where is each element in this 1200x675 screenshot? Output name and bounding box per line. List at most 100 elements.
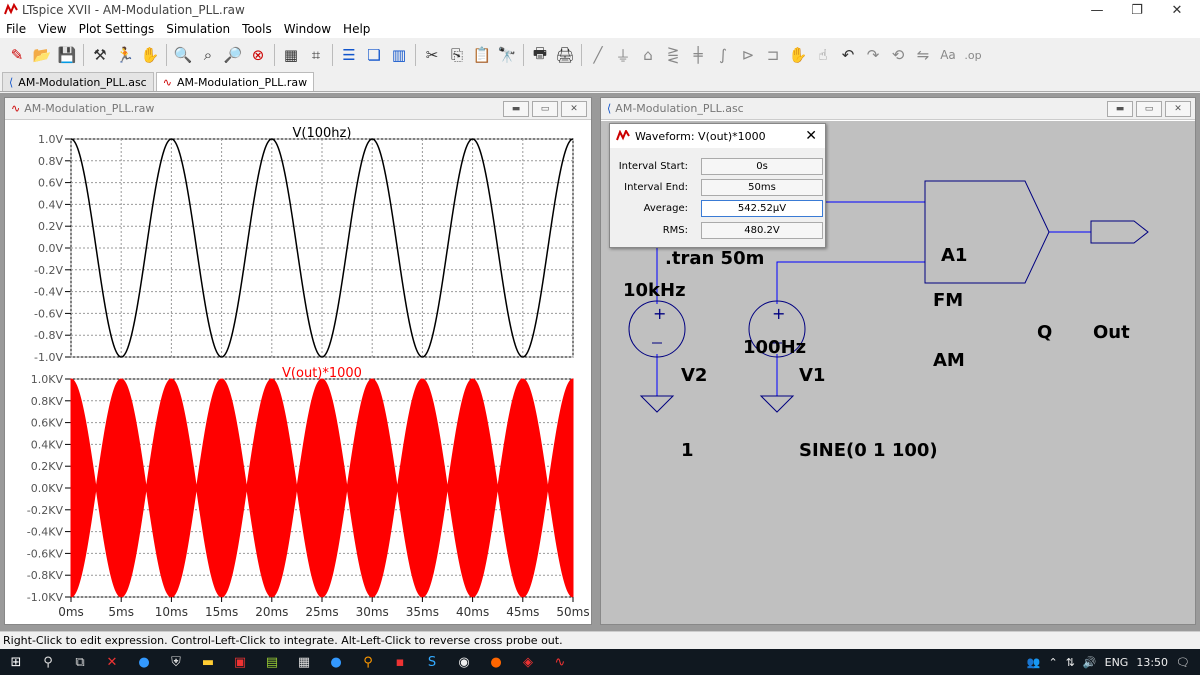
maximize-button[interactable]: ▭ — [1136, 101, 1162, 117]
notification-icon[interactable]: 🗨 — [1176, 656, 1190, 669]
new-schematic-icon[interactable]: ✎ — [6, 43, 28, 67]
v1-value-label[interactable]: 100Hz — [743, 337, 806, 358]
zoom-in-icon[interactable]: 🔍 — [172, 43, 194, 67]
paste-icon[interactable]: 📋 — [471, 43, 493, 67]
browser-icon[interactable]: ● — [128, 649, 160, 675]
dialog-close-button[interactable]: ✕ — [805, 128, 817, 144]
move-icon[interactable]: ✋ — [787, 43, 809, 67]
cancel-zoom-icon[interactable]: ⊗ — [247, 43, 269, 67]
undo-icon[interactable]: ↶ — [837, 43, 859, 67]
app-icon[interactable]: ● — [320, 649, 352, 675]
print-icon[interactable]: 🖶 — [529, 43, 551, 67]
control-panel-icon[interactable]: ⚒ — [89, 43, 111, 67]
calculator-icon[interactable]: ▦ — [288, 649, 320, 675]
search-app-icon[interactable]: ⚲ — [352, 649, 384, 675]
people-icon[interactable]: 👥 — [1027, 656, 1041, 669]
maximize-button[interactable]: ▭ — [532, 101, 558, 117]
copy-icon[interactable]: ⎘ — [446, 43, 468, 67]
minimize-button[interactable]: ▬ — [1107, 101, 1133, 117]
v2-name-label[interactable]: V2 — [681, 365, 707, 386]
interval-end-value[interactable]: 50ms — [701, 178, 823, 196]
drag-icon[interactable]: ☝ — [812, 43, 834, 67]
print-setup-icon[interactable]: 🖨 — [554, 43, 576, 67]
trace-label[interactable]: V(out)*1000 — [282, 366, 362, 381]
close-button[interactable]: ✕ — [1154, 0, 1200, 20]
marker-icon[interactable]: ⌗ — [305, 43, 327, 67]
y-tick-label: 0.8KV — [31, 395, 64, 408]
spice-directive[interactable]: .tran 50m — [665, 248, 764, 269]
app-icon[interactable]: ▣ — [224, 649, 256, 675]
redo-icon[interactable]: ↷ — [862, 43, 884, 67]
rms-value[interactable]: 480.2V — [701, 221, 823, 239]
skype-icon[interactable]: S — [416, 649, 448, 675]
capacitor-icon[interactable]: ╪ — [687, 43, 709, 67]
minimize-button[interactable]: ▬ — [503, 101, 529, 117]
component-icon[interactable]: ⊐ — [762, 43, 784, 67]
folder-icon[interactable]: ▬ — [192, 649, 224, 675]
mirror-icon[interactable]: ⇋ — [912, 43, 934, 67]
close-button[interactable]: ✕ — [561, 101, 587, 117]
interval-start-value[interactable]: 0s — [701, 157, 823, 175]
network-icon[interactable]: ⇅ — [1066, 656, 1075, 669]
x-tick-label: 10ms — [155, 605, 188, 619]
ground-icon[interactable]: ⏚ — [612, 43, 634, 67]
menu-file[interactable]: File — [0, 22, 32, 36]
volume-icon[interactable]: 🔊 — [1083, 656, 1097, 669]
interval-end-row: Interval End: 50ms — [610, 178, 827, 196]
close-button[interactable]: ✕ — [1165, 101, 1191, 117]
wire-icon[interactable]: ╱ — [587, 43, 609, 67]
menu-plot-settings[interactable]: Plot Settings — [73, 22, 161, 36]
block-name-label[interactable]: A1 — [941, 245, 967, 266]
resistor-icon[interactable]: ⋛ — [662, 43, 684, 67]
plot-area[interactable]: 1.0V 0.8V 0.6V 0.4V 0.2V 0.0V -0.2V -0.4V -0.6V -… — [5, 121, 591, 624]
autorange-icon[interactable]: ▦ — [280, 43, 302, 67]
text-icon[interactable]: Aa — [937, 43, 959, 67]
v2-param-label[interactable]: 1 — [681, 440, 694, 461]
menu-simulation[interactable]: Simulation — [160, 22, 236, 36]
save-icon[interactable]: 💾 — [56, 43, 78, 67]
tile-vertical-icon[interactable]: ▥ — [388, 43, 410, 67]
run-icon[interactable]: 🏃 — [114, 43, 136, 67]
tab-waveform[interactable]: ∿ AM-Modulation_PLL.raw — [155, 72, 315, 91]
clock[interactable]: 13:50 — [1136, 656, 1168, 669]
y-tick-label: -0.4V — [34, 286, 63, 299]
shield-icon[interactable]: ⛨ — [160, 649, 192, 675]
open-icon[interactable]: 📂 — [31, 43, 53, 67]
diode-icon[interactable]: ⊳ — [737, 43, 759, 67]
find-icon[interactable]: 🔭 — [496, 43, 518, 67]
search-icon[interactable]: ⚲ — [32, 649, 64, 675]
menu-tools[interactable]: Tools — [236, 22, 278, 36]
out-label[interactable]: Out — [1093, 322, 1130, 343]
ltspice-taskbar-icon[interactable]: ∿ — [544, 649, 576, 675]
cascade-icon[interactable]: ❏ — [363, 43, 385, 67]
label-net-icon[interactable]: ⌂ — [637, 43, 659, 67]
xmind-icon[interactable]: ✕ — [96, 649, 128, 675]
menu-window[interactable]: Window — [278, 22, 337, 36]
firefox-icon[interactable]: ● — [480, 649, 512, 675]
menu-help[interactable]: Help — [337, 22, 376, 36]
notepad-icon[interactable]: ▤ — [256, 649, 288, 675]
start-icon[interactable]: ⊞ — [0, 649, 32, 675]
average-value[interactable]: 542.52µV — [701, 199, 823, 217]
zoom-full-icon[interactable]: ⌕ — [197, 43, 219, 67]
trace-label[interactable]: V(100hz) — [293, 126, 352, 141]
task-view-icon[interactable]: ⧉ — [64, 649, 96, 675]
app-icon[interactable]: ◉ — [448, 649, 480, 675]
menu-view[interactable]: View — [32, 22, 72, 36]
v2-value-label[interactable]: 10kHz — [623, 280, 686, 301]
waveform-plot[interactable]: 1.0V 0.8V 0.6V 0.4V 0.2V 0.0V -0.2V -0.4V -0.6V -… — [5, 121, 591, 624]
tab-schematic[interactable]: ⟨ AM-Modulation_PLL.asc — [2, 72, 154, 91]
cut-icon[interactable]: ✂ — [421, 43, 443, 67]
app-icon[interactable]: ▪ — [384, 649, 416, 675]
spice-directive-icon[interactable]: .op — [962, 43, 984, 67]
app-icon[interactable]: ◈ — [512, 649, 544, 675]
tile-horizontal-icon[interactable]: ☰ — [338, 43, 360, 67]
inductor-icon[interactable]: ∫ — [712, 43, 734, 67]
chevron-up-icon[interactable]: ⌃ — [1048, 656, 1057, 669]
language-indicator[interactable]: ENG — [1105, 656, 1129, 669]
v1-param-label[interactable]: SINE(0 1 100) — [799, 440, 938, 461]
rotate-icon[interactable]: ⟲ — [887, 43, 909, 67]
halt-icon[interactable]: ✋ — [139, 43, 161, 67]
v1-name-label[interactable]: V1 — [799, 365, 825, 386]
zoom-out-icon[interactable]: 🔎 — [222, 43, 244, 67]
